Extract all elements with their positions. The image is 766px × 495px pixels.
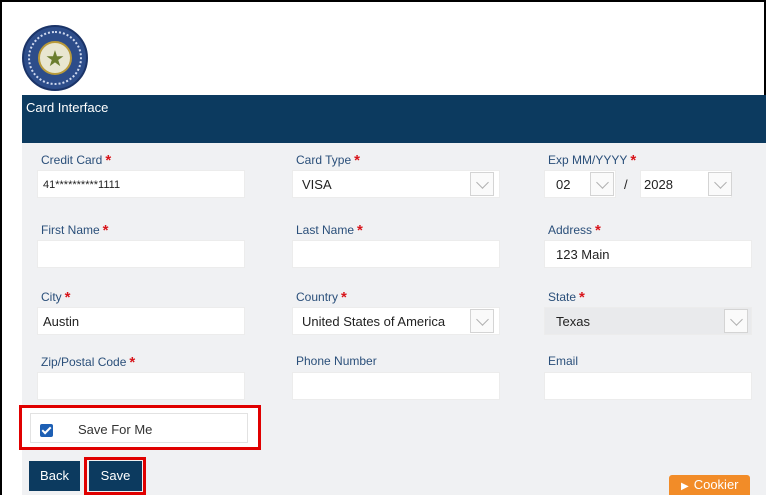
cookie-label: Cookier — [693, 477, 739, 492]
required-icon: * — [129, 354, 136, 371]
city-field: City * Austin — [37, 285, 245, 343]
save-button-highlight — [84, 457, 146, 495]
back-button[interactable]: Back — [29, 461, 80, 491]
exp-label: Exp MM/YYYY — [548, 153, 628, 167]
required-icon: * — [341, 289, 347, 306]
exp-month-value: 02 — [556, 177, 571, 192]
page-title: Card Interface — [26, 100, 109, 115]
phone-label: Phone Number — [296, 354, 377, 368]
exp-year-value: 2028 — [644, 177, 673, 192]
chevron-down-icon[interactable] — [470, 172, 494, 196]
required-icon: * — [102, 222, 109, 239]
phone-field: Phone Number — [292, 350, 500, 408]
city-value: Austin — [43, 314, 80, 329]
required-icon: * — [357, 222, 363, 239]
country-field: Country * United States of America — [292, 285, 500, 343]
zip-input[interactable] — [37, 372, 245, 400]
credit-card-value: 41**********1111 — [43, 179, 121, 191]
save-for-me-highlight: Save For Me — [19, 405, 261, 450]
required-icon: * — [579, 289, 585, 306]
address-value: 123 Main — [556, 247, 610, 262]
save-for-me-checkbox[interactable] — [40, 424, 53, 437]
chevron-down-icon[interactable] — [470, 309, 494, 333]
address-label: Address — [548, 223, 593, 237]
chevron-down-icon[interactable] — [724, 309, 748, 333]
first-name-input[interactable] — [37, 240, 245, 268]
state-label: State — [548, 290, 577, 304]
required-icon: * — [630, 152, 637, 169]
card-type-field: Card Type * VISA — [292, 148, 500, 206]
credit-card-field: Credit Card * 41**********1111 — [37, 148, 245, 206]
first-name-field: First Name * — [37, 218, 245, 276]
country-value: United States of America — [302, 314, 446, 329]
last-name-field: Last Name * — [292, 218, 500, 276]
card-type-label: Card Type — [296, 153, 352, 167]
save-for-me-label: Save For Me — [78, 422, 153, 437]
address-field: Address * 123 Main — [544, 218, 752, 276]
exp-date-field: Exp MM/YYYY * 02 / 2028 — [544, 148, 752, 206]
required-icon: * — [105, 152, 112, 169]
zip-label: Zip/Postal Code — [41, 355, 127, 369]
country-label: Country — [296, 290, 339, 304]
email-label: Email — [548, 354, 579, 368]
cookie-button[interactable]: ▶ Cookier — [669, 475, 750, 495]
zip-field: Zip/Postal Code * — [37, 350, 245, 408]
required-icon: * — [64, 289, 71, 306]
header-banner: Card Interface — [22, 95, 766, 143]
state-seal-icon: ★ — [22, 25, 88, 91]
first-name-label: First Name — [41, 223, 100, 237]
state-field: State * Texas — [544, 285, 752, 343]
phone-input[interactable] — [292, 372, 500, 400]
chevron-down-icon[interactable] — [590, 172, 614, 196]
play-icon: ▶ — [681, 481, 689, 492]
state-value: Texas — [556, 314, 590, 329]
required-icon: * — [595, 222, 601, 239]
chevron-down-icon[interactable] — [708, 172, 732, 196]
card-type-value: VISA — [302, 177, 332, 192]
required-icon: * — [354, 152, 360, 169]
credit-card-label: Credit Card — [41, 153, 103, 167]
last-name-label: Last Name — [296, 223, 355, 237]
email-field: Email — [544, 350, 752, 408]
exp-separator: / — [624, 177, 628, 192]
last-name-input[interactable] — [292, 240, 500, 268]
email-input[interactable] — [544, 372, 752, 400]
city-label: City — [41, 290, 62, 304]
